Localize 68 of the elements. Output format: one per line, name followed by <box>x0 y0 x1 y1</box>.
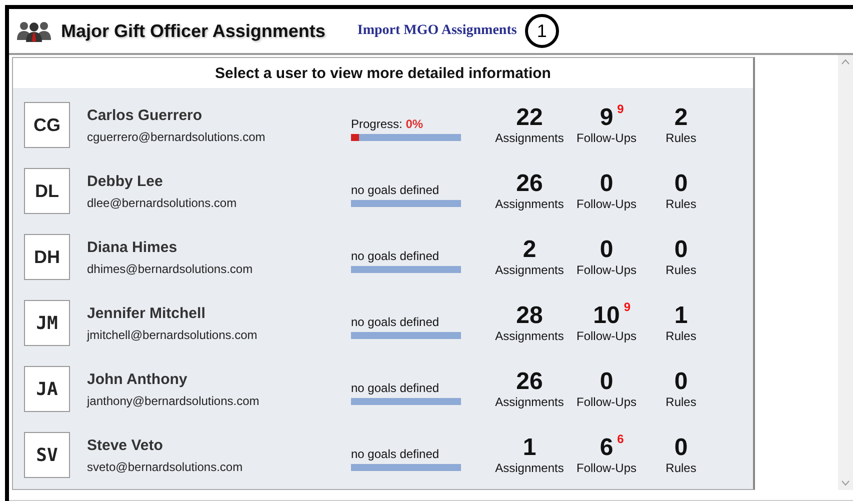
scroll-down-icon[interactable] <box>841 480 850 486</box>
stat-value: 2 <box>522 237 536 263</box>
user-email: jmitchell@bernardsolutions.com <box>87 328 258 342</box>
user-email: dlee@bernardsolutions.com <box>87 196 237 210</box>
user-name[interactable]: Steve Veto <box>87 436 163 454</box>
scroll-up-icon[interactable] <box>841 59 850 65</box>
user-email: sveto@bernardsolutions.com <box>87 460 243 474</box>
user-email: janthony@bernardsolutions.com <box>87 394 260 408</box>
overdue-count: 6 <box>617 432 624 446</box>
user-name[interactable]: John Anthony <box>87 370 188 388</box>
panel-heading: Select a user to view more detailed information <box>214 64 552 84</box>
stat-label: Assignments <box>495 461 564 475</box>
stat-value: 1 <box>674 303 688 329</box>
user-email: dhimes@bernardsolutions.com <box>87 262 253 276</box>
stat-label: Follow-Ups <box>576 461 636 475</box>
stat-label: Follow-Ups <box>576 395 636 409</box>
stat-value: 28 <box>516 303 543 329</box>
overdue-count: 9 <box>624 300 631 314</box>
overdue-count: 9 <box>617 102 624 116</box>
stat-label: Assignments <box>495 197 564 211</box>
stat-value: 0 <box>674 369 688 395</box>
import-link[interactable]: Import MGO Assignments <box>357 23 517 39</box>
stat-value: 26 <box>516 369 543 395</box>
stat-value: 22 <box>516 105 543 131</box>
stat-label: Rules <box>666 461 696 475</box>
stat-value: 0 <box>674 237 688 263</box>
callout-number: 1 <box>524 14 559 48</box>
stat-value: 26 <box>516 171 543 197</box>
stat-label: Follow-Ups <box>576 329 636 343</box>
stat-label: Assignments <box>495 263 564 277</box>
user-name[interactable]: Jennifer Mitchell <box>87 304 206 322</box>
initials-avatar: JM <box>24 300 70 346</box>
goal-status: no goals defined <box>351 249 440 263</box>
stat-value: 0 <box>600 237 614 263</box>
stat-label: Rules <box>666 197 696 211</box>
goal-status: no goals defined <box>351 183 440 197</box>
stat-value: 1 <box>522 435 536 461</box>
user-name[interactable]: Debby Lee <box>87 172 163 190</box>
initials-avatar: DL <box>24 168 70 214</box>
stat-value: 0 <box>674 171 688 197</box>
scrollbar[interactable] <box>838 55 853 490</box>
stat-label: Rules <box>666 329 696 343</box>
user-name[interactable]: Diana Himes <box>87 238 178 256</box>
initials-avatar: SV <box>24 432 70 478</box>
stat-label: Follow-Ups <box>576 197 636 211</box>
stat-label: Rules <box>666 263 696 277</box>
progress-label: Progress: 0% <box>351 117 424 131</box>
goal-status: no goals defined <box>351 381 440 395</box>
stat-label: Assignments <box>495 131 564 145</box>
goal-status: no goals defined <box>351 315 440 329</box>
stat-value: 0 <box>600 369 614 395</box>
stat-value: 0 <box>600 171 614 197</box>
initials-avatar: CG <box>24 102 70 148</box>
stat-label: Assignments <box>495 329 564 343</box>
user-email: cguerrero@bernardsolutions.com <box>87 130 266 144</box>
stat-label: Assignments <box>495 395 564 409</box>
stat-value: 0 <box>674 435 688 461</box>
stat-label: Follow-Ups <box>576 263 636 277</box>
initials-avatar: JA <box>24 366 70 412</box>
stat-value: 2 <box>674 105 688 131</box>
initials-avatar: DH <box>24 234 70 280</box>
people-icon <box>17 20 51 42</box>
stat-label: Follow-Ups <box>576 131 636 145</box>
goal-status: no goals defined <box>351 447 440 461</box>
stat-label: Rules <box>666 131 696 145</box>
stat-label: Rules <box>666 395 696 409</box>
page-title: Major Gift Officer Assignments <box>61 20 326 42</box>
user-name[interactable]: Carlos Guerrero <box>87 106 202 124</box>
